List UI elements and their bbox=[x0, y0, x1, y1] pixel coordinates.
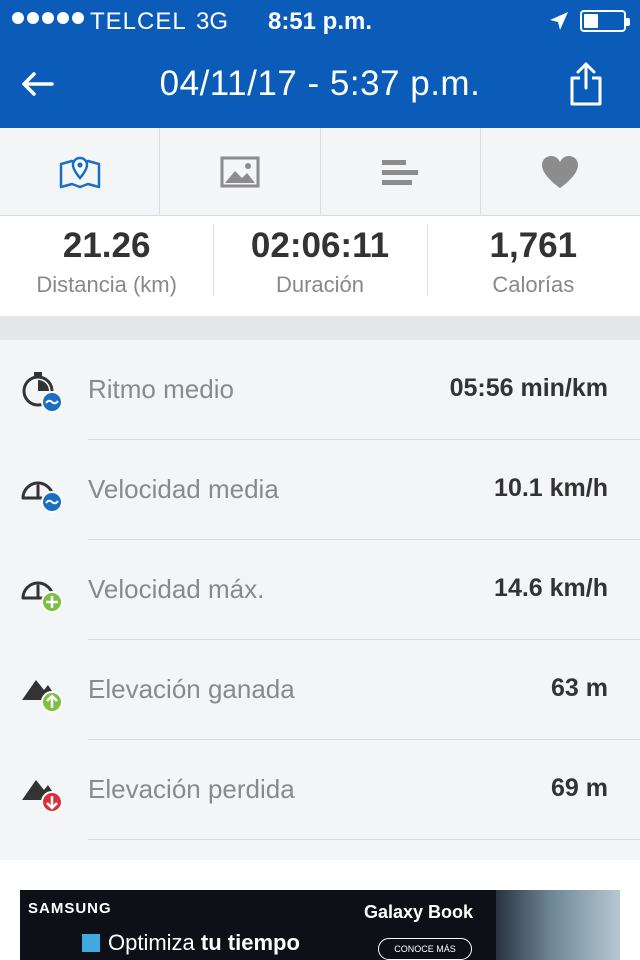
metric-label: Ritmo medio bbox=[88, 374, 234, 404]
ad-tagline-part-2: tu tiempo bbox=[200, 930, 300, 955]
app-header: TELCEL 3G 8:51 p.m. 04/11/17 - 5:37 p.m. bbox=[0, 0, 640, 128]
list-item-avg-speed: Velocidad media 10.1 km/h bbox=[0, 440, 640, 540]
metric-label: Elevación perdida bbox=[88, 774, 295, 804]
metric-label: Velocidad media bbox=[88, 474, 279, 504]
nav-bar: 04/11/17 - 5:37 p.m. bbox=[0, 40, 640, 128]
tab-map[interactable] bbox=[0, 128, 161, 215]
calories-label: Calorías bbox=[492, 272, 575, 297]
summary-distance: 21.26 Distancia (km) bbox=[0, 216, 213, 316]
list-item-avg-pace: Ritmo medio 05:56 min/km bbox=[0, 340, 640, 440]
tab-heart-rate[interactable] bbox=[481, 128, 640, 215]
ad-cta-button[interactable]: CONOCE MÁS bbox=[378, 938, 472, 960]
bars-icon bbox=[382, 159, 419, 185]
distance-value: 21.26 bbox=[62, 226, 151, 265]
location-arrow-icon bbox=[550, 12, 568, 30]
share-icon[interactable] bbox=[566, 60, 606, 108]
metric-value: 14.6 km/h bbox=[494, 574, 608, 602]
summary-calories: 1,761 Calorías bbox=[426, 216, 640, 316]
list-item-elevation-loss: Elevación perdida 69 m bbox=[0, 740, 640, 840]
tab-photos[interactable] bbox=[160, 128, 321, 215]
metric-value: 10.1 km/h bbox=[494, 474, 608, 502]
image-icon bbox=[220, 156, 260, 187]
map-icon bbox=[59, 156, 100, 188]
metric-label: Velocidad máx. bbox=[88, 574, 265, 604]
list-item-max-speed: Velocidad máx. 14.6 km/h bbox=[0, 540, 640, 640]
duration-value: 02:06:11 bbox=[250, 226, 390, 265]
metrics-list: Ritmo medio 05:56 min/km Velocidad media… bbox=[0, 340, 640, 860]
metric-value: 05:56 min/km bbox=[449, 374, 608, 402]
status-time: 8:51 p.m. bbox=[267, 8, 373, 35]
speedometer-max-icon bbox=[21, 581, 63, 613]
ad-banner[interactable]: SAMSUNG Optimiza tu tiempo Galaxy Book C… bbox=[20, 890, 620, 960]
metric-value: 63 m bbox=[551, 674, 608, 702]
elevation-down-icon bbox=[22, 780, 63, 813]
stopwatch-pace-icon bbox=[22, 372, 63, 413]
section-divider bbox=[0, 316, 640, 340]
heart-icon bbox=[542, 155, 579, 188]
ad-logo-square-icon bbox=[82, 934, 100, 952]
ad-brand: SAMSUNG bbox=[28, 900, 112, 917]
speedometer-average-icon bbox=[21, 481, 63, 513]
duration-label: Duración bbox=[275, 272, 365, 297]
activity-summary: 21.26 Distancia (km) 02:06:11 Duración 1… bbox=[0, 216, 640, 316]
ad-product: Galaxy Book bbox=[364, 902, 474, 922]
calories-value: 1,761 bbox=[489, 226, 578, 265]
tab-splits[interactable] bbox=[321, 128, 481, 215]
distance-label: Distancia (km) bbox=[36, 272, 177, 297]
battery-icon bbox=[580, 10, 630, 32]
activity-tabs bbox=[0, 128, 640, 216]
ad-photo bbox=[496, 890, 620, 960]
ad-tagline-part-1: Optimiza bbox=[108, 930, 195, 955]
activity-title: 04/11/17 - 5:37 p.m. bbox=[159, 64, 481, 103]
ad-tagline: Optimiza tu tiempo bbox=[108, 930, 300, 956]
list-item-elevation-gain: Elevación ganada 63 m bbox=[0, 640, 640, 740]
metric-label: Elevación ganada bbox=[88, 674, 295, 704]
summary-duration: 02:06:11 Duración bbox=[213, 216, 426, 316]
metric-value: 69 m bbox=[551, 774, 608, 802]
elevation-up-icon bbox=[22, 680, 63, 713]
status-bar: TELCEL 3G 8:51 p.m. bbox=[0, 0, 640, 40]
